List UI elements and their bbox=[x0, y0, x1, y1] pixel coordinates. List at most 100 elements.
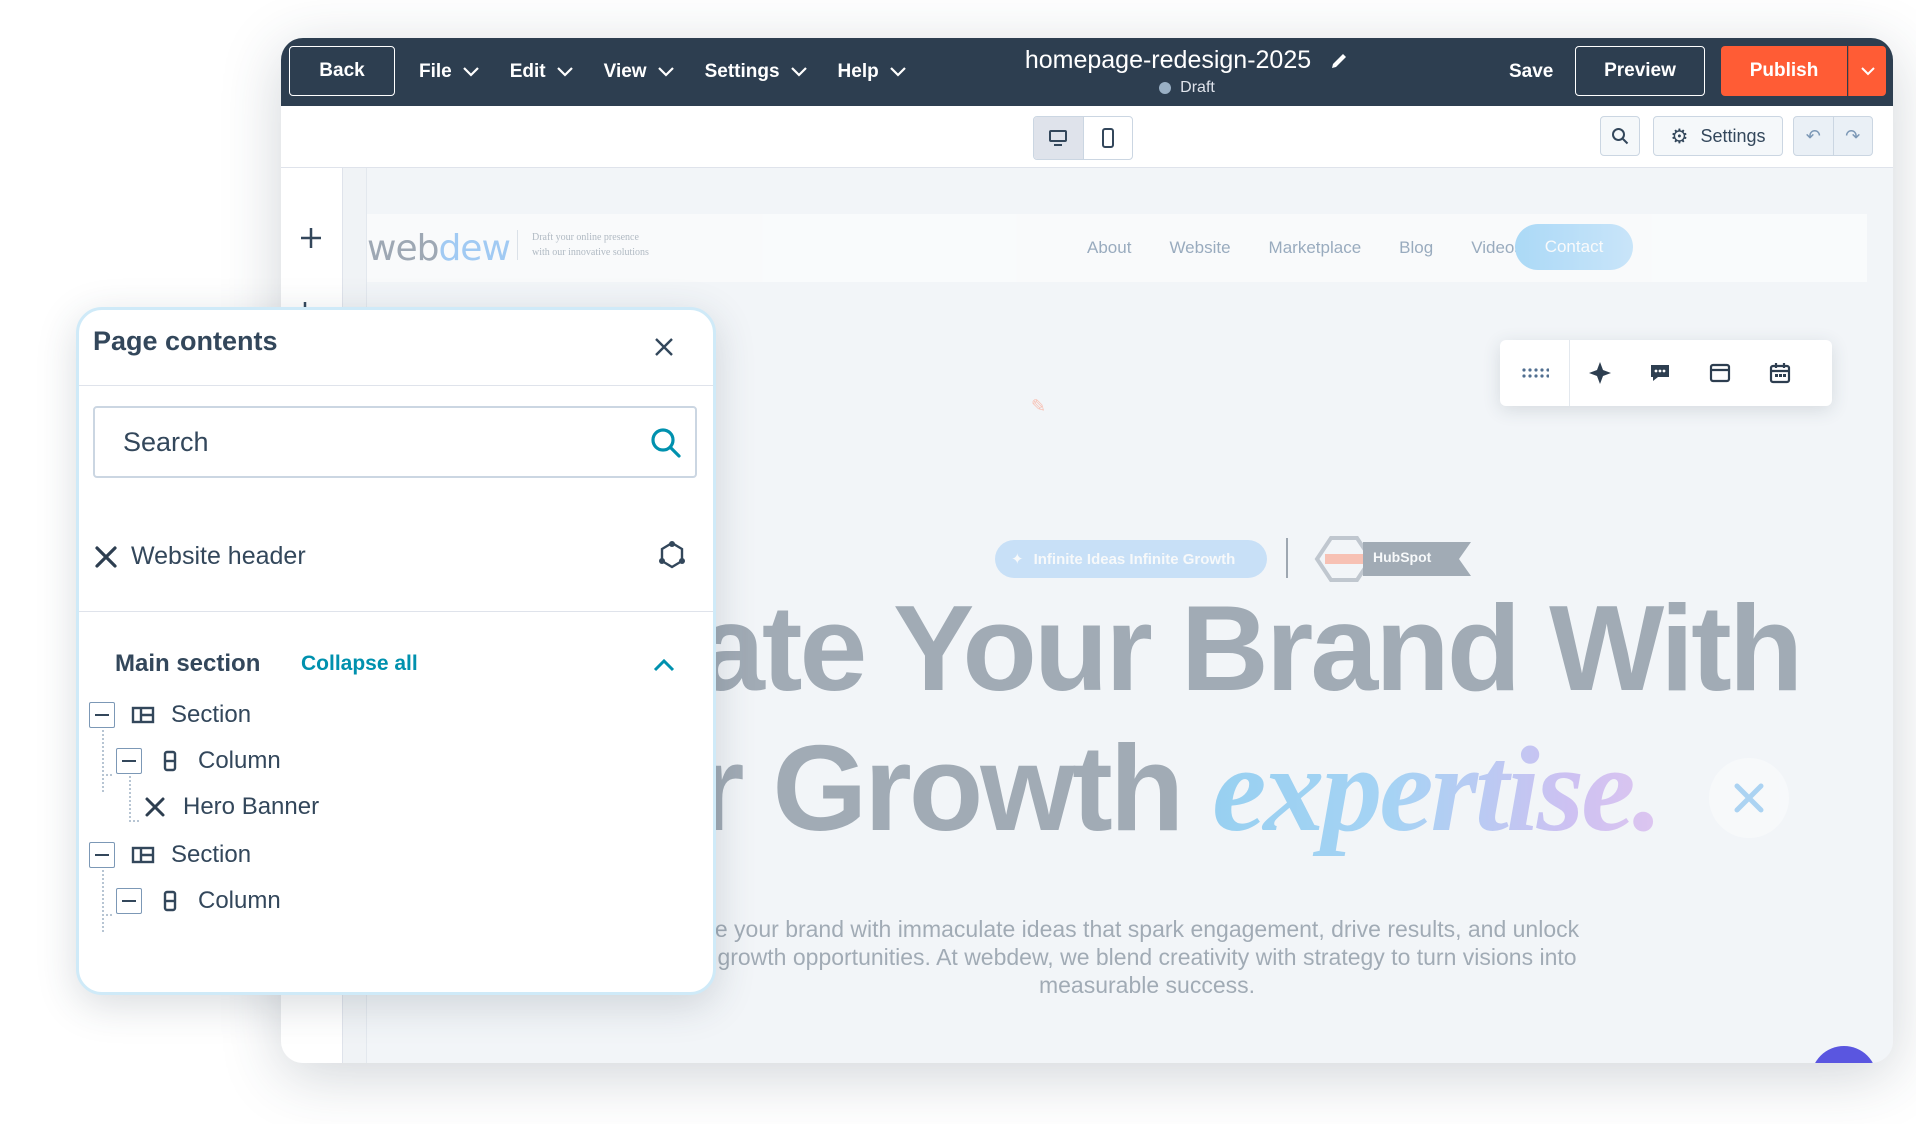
menu-bar: File Edit View Settings Help bbox=[419, 38, 907, 106]
partner-logo-text: HubSpot bbox=[1373, 549, 1432, 565]
chevron-down-icon bbox=[657, 67, 674, 77]
tools-icon bbox=[95, 546, 117, 568]
menu-file-label: File bbox=[419, 61, 452, 82]
document-title: homepage-redesign-2025 Draft bbox=[987, 46, 1387, 97]
main-section-label: Main section bbox=[115, 650, 261, 677]
toolbar-settings-button[interactable]: ⚙ Settings bbox=[1653, 116, 1783, 156]
tree-item-section[interactable]: Section bbox=[89, 832, 251, 878]
document-name-row[interactable]: homepage-redesign-2025 bbox=[1025, 46, 1349, 75]
menu-edit-label: Edit bbox=[509, 61, 546, 82]
undo-button[interactable]: ↶ bbox=[1794, 117, 1834, 155]
menu-edit[interactable]: Edit bbox=[510, 61, 574, 83]
badge-divider bbox=[1286, 538, 1288, 578]
status-dot bbox=[1159, 82, 1172, 94]
chevron-down-icon bbox=[556, 67, 573, 77]
menu-view-label: View bbox=[603, 61, 647, 82]
publish-button[interactable]: Publish bbox=[1721, 46, 1847, 96]
toolbar-settings-label: Settings bbox=[1700, 125, 1766, 146]
undo-icon: ↶ bbox=[1805, 125, 1821, 146]
sparkle-icon: ✦ bbox=[1011, 551, 1024, 568]
tree-connector bbox=[129, 820, 139, 822]
tools-icon bbox=[1734, 783, 1764, 813]
edit-sparkle-icon[interactable] bbox=[1709, 758, 1789, 838]
mobile-icon bbox=[1101, 128, 1114, 148]
calendar-icon bbox=[1769, 363, 1791, 384]
column-icon bbox=[156, 747, 184, 775]
collapse-all-link[interactable]: Collapse all bbox=[301, 652, 418, 676]
tools-icon bbox=[141, 793, 169, 821]
tree-connector bbox=[102, 870, 104, 932]
globe-icon[interactable] bbox=[657, 540, 687, 570]
section-icon bbox=[129, 841, 157, 869]
search-icon bbox=[1612, 128, 1629, 145]
save-button[interactable]: Save bbox=[1509, 38, 1553, 106]
drag-handle[interactable] bbox=[1500, 340, 1570, 406]
tree-connector bbox=[102, 730, 104, 792]
panel-search-input[interactable] bbox=[123, 422, 623, 462]
panel-header: Page contents bbox=[79, 310, 713, 386]
preview-button[interactable]: Preview bbox=[1575, 46, 1705, 96]
menu-view[interactable]: View bbox=[604, 61, 675, 83]
main-section-header: Main section Collapse all bbox=[79, 614, 713, 704]
tree-item-label: Column bbox=[198, 747, 281, 774]
plus-icon bbox=[301, 228, 321, 248]
menu-file[interactable]: File bbox=[419, 61, 480, 83]
tree-item-hero-banner[interactable]: Hero Banner bbox=[141, 784, 319, 830]
menu-help-label: Help bbox=[837, 61, 879, 82]
website-header-row[interactable]: Website header bbox=[79, 494, 713, 612]
collapse-toggle[interactable] bbox=[116, 748, 142, 774]
grip-icon bbox=[1521, 368, 1549, 378]
hero-paragraph: e your brand with immaculate ideas that … bbox=[714, 916, 1580, 998]
add-module-button[interactable] bbox=[295, 222, 327, 254]
collapse-toggle[interactable] bbox=[89, 702, 115, 728]
tree-item-label: Section bbox=[171, 701, 252, 728]
panel-search-field bbox=[93, 406, 697, 478]
page-contents-panel: Page contents Website header Main sectio… bbox=[76, 307, 716, 995]
tree-item-column[interactable]: Column bbox=[116, 878, 281, 924]
browser-window-icon bbox=[1709, 363, 1731, 383]
back-button[interactable]: Back bbox=[289, 46, 395, 96]
publish-options-button[interactable] bbox=[1848, 46, 1886, 96]
undo-redo-group: ↶ ↷ bbox=[1793, 116, 1873, 156]
tree-item-section[interactable]: Section bbox=[89, 692, 251, 738]
ai-sparkle-icon bbox=[1589, 362, 1611, 384]
editor-toolbar: ⚙ Settings ↶ ↷ bbox=[281, 106, 1893, 168]
hero-heading-line-2-text: r Growth bbox=[697, 720, 1213, 856]
panel-close-button[interactable] bbox=[649, 332, 679, 362]
layout-button[interactable] bbox=[1690, 340, 1750, 406]
tree-connector bbox=[102, 774, 112, 776]
collapse-toggle[interactable] bbox=[89, 842, 115, 868]
pencil-icon[interactable] bbox=[1329, 51, 1349, 71]
menu-help[interactable]: Help bbox=[838, 61, 907, 83]
tree-item-label: Section bbox=[171, 841, 252, 868]
desktop-icon bbox=[1049, 130, 1068, 146]
collapse-toggle[interactable] bbox=[116, 888, 142, 914]
page-tree: Section Column Hero Banner Section Colum… bbox=[79, 701, 713, 992]
document-name: homepage-redesign-2025 bbox=[1024, 46, 1312, 74]
search-icon[interactable] bbox=[649, 426, 683, 460]
document-status: Draft bbox=[987, 79, 1387, 97]
hero-badge: ✦ Infinite Ideas Infinite Growth bbox=[995, 540, 1267, 578]
schedule-button[interactable] bbox=[1750, 340, 1810, 406]
chevron-down-icon bbox=[889, 67, 906, 77]
desktop-view-button[interactable] bbox=[1034, 117, 1084, 159]
gear-icon: ⚙ bbox=[1670, 125, 1689, 148]
chevron-up-icon[interactable] bbox=[649, 650, 679, 680]
close-icon bbox=[655, 338, 673, 356]
redo-button[interactable]: ↷ bbox=[1834, 117, 1873, 155]
mobile-view-button[interactable] bbox=[1084, 117, 1133, 159]
ai-assist-button[interactable] bbox=[1570, 340, 1630, 406]
comment-icon bbox=[1651, 365, 1669, 381]
chevron-down-icon bbox=[1860, 67, 1875, 76]
tree-item-label: Column bbox=[198, 887, 281, 914]
menu-settings[interactable]: Settings bbox=[705, 61, 808, 83]
panel-title: Page contents bbox=[93, 326, 278, 356]
hero-badge-text: Infinite Ideas Infinite Growth bbox=[1033, 550, 1236, 568]
chevron-down-icon bbox=[462, 67, 479, 77]
floating-module-toolbar bbox=[1500, 340, 1832, 406]
tree-item-column[interactable]: Column bbox=[116, 738, 281, 784]
toolbar-search-button[interactable] bbox=[1600, 116, 1640, 156]
comment-button[interactable] bbox=[1630, 340, 1690, 406]
column-icon bbox=[156, 887, 184, 915]
section-icon bbox=[129, 701, 157, 729]
